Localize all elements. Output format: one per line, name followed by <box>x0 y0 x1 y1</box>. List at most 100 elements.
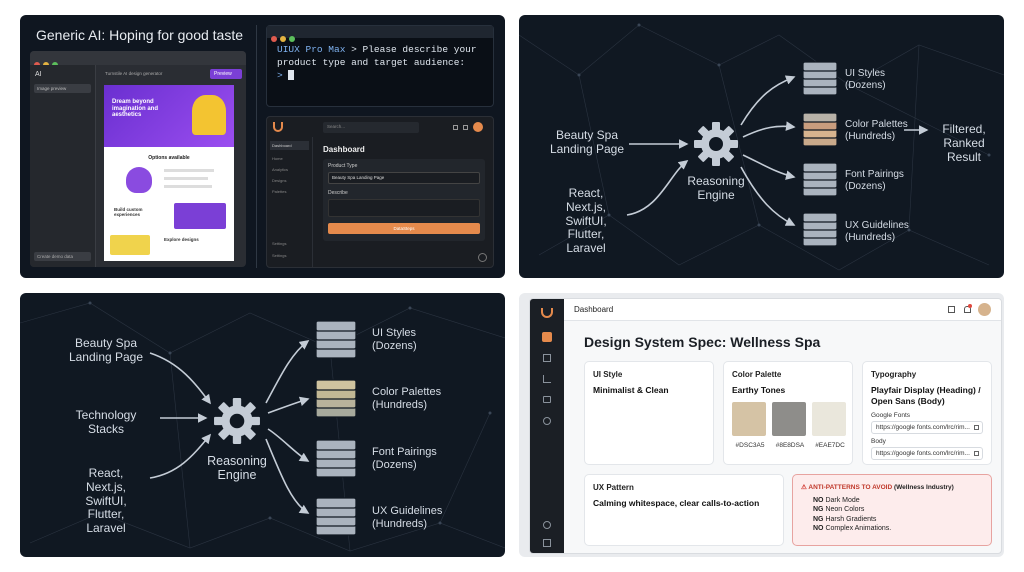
body-font-label: Body <box>871 438 886 446</box>
users-icon[interactable] <box>543 417 551 425</box>
anti-item-text: Complex Animations. <box>825 525 892 533</box>
nav-designs[interactable]: Designs <box>272 178 307 183</box>
dash-title: Dashboard <box>323 145 365 154</box>
anti-title-suffix: (Wellness Industry) <box>894 484 954 491</box>
panel-design-spec: Dashboard Design System Spec: Wellness S… <box>519 293 1004 557</box>
label-font-pairings-2: Font Pairings (Dozens) <box>372 446 437 471</box>
input-technology-stacks: Technology Stacks <box>75 408 137 436</box>
dash-search-input[interactable]: Search... <box>323 122 419 133</box>
warning-icon: ⚠ <box>801 484 807 491</box>
anti-item-text: Harsh Gradients <box>825 515 877 523</box>
terminal-window: UIUX Pro Max > Please describe your prod… <box>266 25 494 107</box>
input-beauty-spa: Beauty Spa Landing Page <box>549 128 625 156</box>
anti-item: NO Dark Mode <box>813 496 983 505</box>
swatch-3[interactable] <box>812 402 846 436</box>
panel-reasoning-flow-large: Beauty Spa Landing Page Technology Stack… <box>20 293 505 557</box>
label-color-palettes: Color Palettes (Hundreds) <box>845 119 908 142</box>
stack-icon-ux-guidelines-2 <box>314 496 358 538</box>
field-describe[interactable] <box>328 199 480 217</box>
nav-palettes[interactable]: Palettes <box>272 189 307 194</box>
anti-item-prefix: NO <box>813 525 824 533</box>
body-font-url: https://google fonts.com/lrc/rim... <box>876 450 970 458</box>
filtered-result-label: Filtered, Ranked Result <box>942 122 986 164</box>
gear-icon-2 <box>213 397 261 445</box>
copy-icon[interactable] <box>974 425 979 431</box>
stack-icon-color-palettes <box>801 111 839 149</box>
mock-sidebar-title: AI <box>35 71 42 78</box>
card-ux-pattern: UX Pattern Calming whitespace, clear cal… <box>584 474 784 546</box>
anti-item-text: Dark Mode <box>825 497 860 504</box>
card-anti-patterns: ⚠ ANTI-PATTERNS TO AVOID (Wellness Indus… <box>792 474 992 546</box>
illustration-icon <box>192 95 226 135</box>
settings-icon[interactable] <box>463 125 468 130</box>
body-font-url-field[interactable]: https://google fonts.com/lrc/rim... <box>871 447 983 461</box>
mock-hero-text: Dream beyond imagination and aesthetics <box>112 99 159 119</box>
grid-icon[interactable] <box>542 332 552 342</box>
stack-icon-font-pairings-2 <box>314 438 358 480</box>
gear-icon <box>693 121 739 167</box>
monster-illustration-icon <box>126 167 152 193</box>
google-fonts-label: Google Fonts <box>871 412 911 420</box>
ux-pattern-label: UX Pattern <box>593 483 634 492</box>
mock-top-input[interactable]: Turnstile AI design generator <box>102 69 202 78</box>
help-icon[interactable] <box>478 253 487 262</box>
card-ui-style: UI Style Minimalist & Clean <box>584 361 714 465</box>
mock-section-title: Options available <box>148 155 190 161</box>
stack-icon-color-palettes-2 <box>314 378 358 420</box>
dash-sidebar: Dashboard Home Analytics Designs Palette… <box>267 137 313 267</box>
submit-button[interactable]: DataSteps <box>328 223 480 234</box>
swatch-2-label: #8E8DSA <box>775 442 805 449</box>
mock-footer-title: Explore designs <box>164 237 199 242</box>
anti-title: ANTI-PATTERNS TO AVOID <box>808 484 893 491</box>
typography-label: Typography <box>871 370 917 379</box>
field-product-type[interactable]: Beauty Spa Landing Page <box>328 172 480 184</box>
nav-dashboard[interactable]: Dashboard <box>270 141 309 150</box>
spec-header-title: Dashboard <box>574 305 614 314</box>
label-font-pairings: Font Pairings (Dozens) <box>845 169 904 192</box>
mock-sidebar-footer[interactable]: Create demo data <box>34 252 91 261</box>
swatch-1[interactable] <box>732 402 766 436</box>
terminal-cursor[interactable] <box>288 70 295 81</box>
ui-style-label: UI Style <box>593 370 623 379</box>
logo-icon-2 <box>541 308 553 318</box>
analytics-icon[interactable] <box>543 375 551 383</box>
swatch-row: #DSC3A5 #8E8DSA #EAE7DC <box>732 402 848 452</box>
mock-sidebar-item[interactable]: Image preview <box>34 84 91 93</box>
layout-icon[interactable] <box>543 354 551 362</box>
copy-icon-2[interactable] <box>974 451 979 457</box>
swatch-3-label: #EAE7DC <box>815 442 845 449</box>
field-product-type-label: Product Type <box>328 163 358 169</box>
nav-home[interactable]: Home <box>272 156 307 161</box>
mock-preview-button[interactable]: Preview <box>210 69 242 79</box>
anti-item: NG Harsh Gradients <box>813 515 983 524</box>
stack-icon-ui-styles <box>801 60 839 98</box>
spec-sidebar <box>530 299 564 553</box>
spec-header: Dashboard <box>564 299 1001 321</box>
google-fonts-url-field[interactable]: https://google fonts.com/lrc/rim... <box>871 421 983 435</box>
logo-icon <box>273 122 283 132</box>
label-ux-guidelines-2: UX Guidelines (Hundreds) <box>372 505 443 530</box>
dash-form: Product Type Beauty Spa Landing Page Des… <box>323 159 485 241</box>
terminal-app-name: UIUX Pro Max <box>277 44 346 55</box>
swatch-1-label: #DSC3A5 <box>735 442 765 449</box>
avatar-2[interactable] <box>978 303 991 316</box>
mock-section2-title: Build custom experiences <box>114 207 143 217</box>
swatch-2[interactable] <box>772 402 806 436</box>
mock-app-window: AI Image preview Create demo data Turnst… <box>30 51 246 267</box>
help-icon-2[interactable] <box>543 521 551 529</box>
reasoning-engine-label: Reasoning Engine <box>687 174 745 202</box>
notification-icon[interactable] <box>453 125 458 130</box>
nav-settings[interactable]: Settings <box>272 241 286 246</box>
label-color-palettes-2: Color Palettes (Hundreds) <box>372 386 442 411</box>
nav-analytics[interactable]: Analytics <box>272 167 307 172</box>
folder-icon[interactable] <box>543 396 551 403</box>
label-ux-guidelines: UX Guidelines (Hundreds) <box>845 220 909 243</box>
nav-settings-2[interactable]: Settings <box>272 253 286 258</box>
card-color-palette: Color Palette Earthy Tones #DSC3A5 #8E8D… <box>723 361 853 465</box>
card-typography: Typography Playfair Display (Heading) / … <box>862 361 992 465</box>
window-icon[interactable] <box>948 306 955 313</box>
anti-item-prefix: NG <box>813 515 824 523</box>
logout-icon[interactable] <box>543 539 551 547</box>
avatar[interactable] <box>473 122 483 132</box>
spec-title: Design System Spec: Wellness Spa <box>584 334 821 350</box>
